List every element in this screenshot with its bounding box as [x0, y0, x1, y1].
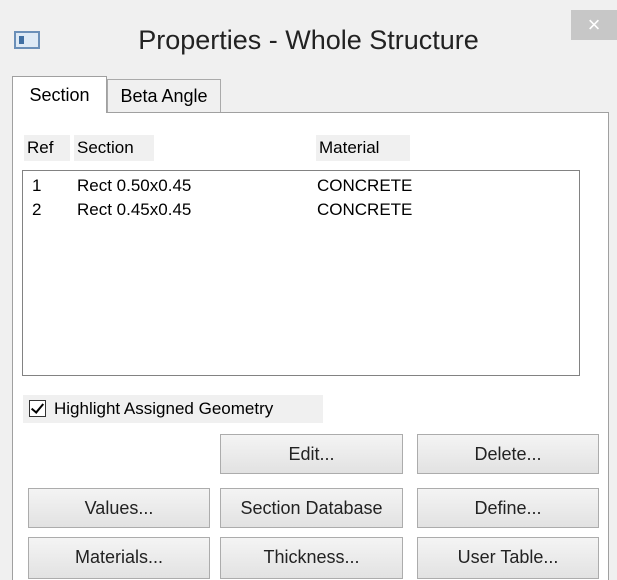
- column-header-ref[interactable]: Ref: [24, 135, 70, 161]
- edit-button[interactable]: Edit...: [220, 434, 403, 474]
- materials-button[interactable]: Materials...: [28, 537, 210, 579]
- highlight-checkbox[interactable]: [29, 400, 46, 417]
- list-item[interactable]: 1 Rect 0.50x0.45 CONCRETE: [23, 174, 579, 198]
- define-button[interactable]: Define...: [417, 488, 599, 528]
- section-list[interactable]: 1 Rect 0.50x0.45 CONCRETE 2 Rect 0.45x0.…: [22, 170, 580, 376]
- close-button[interactable]: ×: [571, 10, 617, 40]
- tab-beta-angle[interactable]: Beta Angle: [107, 79, 221, 113]
- column-header-section[interactable]: Section: [74, 135, 154, 161]
- list-item[interactable]: 2 Rect 0.45x0.45 CONCRETE: [23, 198, 579, 222]
- row-material: CONCRETE: [317, 200, 413, 219]
- highlight-checkbox-label[interactable]: Highlight Assigned Geometry: [54, 395, 273, 423]
- row-ref: 1: [32, 176, 42, 195]
- highlight-geometry-option[interactable]: Highlight Assigned Geometry: [23, 395, 323, 423]
- column-header-material[interactable]: Material: [316, 135, 410, 161]
- row-section: Rect 0.45x0.45: [77, 200, 192, 219]
- properties-window: Properties - Whole Structure × Beta Angl…: [0, 0, 617, 580]
- thickness-button[interactable]: Thickness...: [220, 537, 403, 579]
- delete-button[interactable]: Delete...: [417, 434, 599, 474]
- row-material: CONCRETE: [317, 176, 413, 195]
- row-ref: 2: [32, 200, 42, 219]
- section-database-button[interactable]: Section Database: [220, 488, 403, 528]
- window-title: Properties - Whole Structure: [138, 25, 479, 55]
- tab-section[interactable]: Section: [12, 76, 107, 113]
- title-bar[interactable]: Properties - Whole Structure ×: [0, 0, 617, 78]
- row-section: Rect 0.50x0.45: [77, 176, 192, 195]
- user-table-button[interactable]: User Table...: [417, 537, 599, 579]
- close-icon: ×: [587, 12, 601, 37]
- values-button[interactable]: Values...: [28, 488, 210, 528]
